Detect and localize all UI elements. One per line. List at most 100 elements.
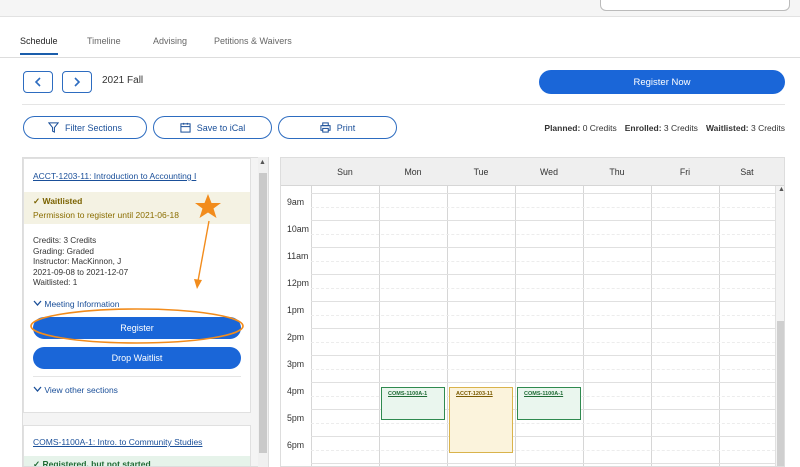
status-badge-registered: ✓ Registered, but not started [24, 456, 250, 467]
filter-sections-label: Filter Sections [64, 122, 123, 133]
half-hour-line [311, 423, 775, 424]
waitlisted-line: Waitlisted: 1 [33, 278, 78, 288]
meeting-information-label: Meeting Information [44, 299, 120, 309]
scroll-up-icon[interactable]: ▲ [778, 186, 784, 193]
view-other-sections-toggle[interactable]: View other sections [33, 385, 118, 395]
hour-label: 6pm [287, 440, 305, 450]
day-header-thu: Thu [609, 167, 625, 177]
tab-schedule[interactable]: Schedule [20, 36, 58, 55]
print-button[interactable]: Print [278, 116, 397, 139]
print-label: Print [336, 122, 356, 133]
calendar-scrollbar[interactable]: ▲ [775, 186, 784, 466]
hour-label: 2pm [287, 332, 305, 342]
day-header-mon: Mon [404, 167, 422, 177]
weekly-calendar: Sun Mon Tue Wed Thu Fri Sat 9am 10am 11a… [280, 157, 785, 467]
day-header-fri: Fri [679, 167, 691, 177]
hour-line [311, 193, 775, 194]
planned-value: 0 Credits [582, 123, 617, 133]
hour-line [311, 328, 775, 329]
waitlisted-value: 3 Credits [750, 123, 785, 133]
day-header-tue: Tue [473, 167, 489, 177]
day-header-sun: Sun [337, 167, 353, 177]
calendar-icon [180, 122, 191, 133]
hour-line [311, 301, 775, 302]
top-header [0, 0, 800, 17]
register-button[interactable]: Register [33, 317, 241, 339]
register-now-button[interactable]: Register Now [539, 70, 785, 94]
day-column [719, 186, 720, 466]
hour-line [311, 463, 775, 464]
half-hour-line [311, 234, 775, 235]
chevron-right-icon [74, 77, 81, 87]
course-card-coms-1100a: COMS-1100A-1: Intro. to Community Studie… [23, 425, 251, 467]
save-to-ical-button[interactable]: Save to iCal [153, 116, 272, 139]
search-field[interactable] [600, 0, 790, 11]
course-list-scrollbar[interactable]: ▲ [258, 157, 268, 467]
tab-petitions-waivers[interactable]: Petitions & Waivers [214, 36, 292, 53]
hour-label: 12pm [287, 278, 310, 288]
enrolled-value: 3 Credits [663, 123, 698, 133]
hour-line [311, 274, 775, 275]
meeting-information-toggle[interactable]: Meeting Information [33, 299, 120, 309]
scrollbar-thumb[interactable] [777, 321, 784, 466]
save-to-ical-label: Save to iCal [196, 122, 246, 133]
waitlisted-label: Waitlisted: [705, 123, 749, 133]
course-details: Credits: 3 Credits Grading: Graded Instr… [33, 236, 128, 289]
previous-term-button[interactable] [23, 71, 53, 93]
planned-label: Planned: [544, 123, 581, 133]
hour-label: 10am [287, 224, 310, 234]
calendar-event-acct-tue[interactable]: ACCT-1203-11 [449, 387, 513, 453]
calendar-event-coms-mon[interactable]: COMS-1100A-1 [381, 387, 445, 420]
dates-line: 2021-09-08 to 2021-12-07 [33, 267, 129, 277]
hour-label: 9am [287, 197, 305, 207]
hour-line [311, 382, 775, 383]
credits-line: Credits: 3 Credits [33, 236, 97, 245]
student-planning-page: Schedule Timeline Advising Petitions & W… [0, 0, 800, 467]
enrolled-label: Enrolled: [624, 123, 662, 133]
instructor-line: Instructor: MacKinnon, J [33, 257, 122, 267]
divider [22, 104, 785, 105]
status-title: ✓ Waitlisted [33, 196, 82, 207]
day-column [447, 186, 448, 466]
hour-label: 5pm [287, 413, 305, 423]
scroll-up-icon[interactable]: ▲ [259, 159, 266, 166]
status-badge-waitlisted: ✓ Waitlisted Permission to register unti… [24, 192, 250, 224]
tab-timeline[interactable]: Timeline [87, 36, 121, 53]
day-header-sat: Sat [740, 167, 754, 177]
hour-label: 4pm [287, 386, 305, 396]
next-term-button[interactable] [62, 71, 92, 93]
printer-icon [320, 122, 331, 133]
credits-summary: Planned: 0 Credits Enrolled: 3 Credits Wai… [544, 123, 785, 133]
calendar-header: Sun Mon Tue Wed Thu Fri Sat [281, 158, 784, 186]
hour-label: 1pm [287, 305, 305, 315]
filter-icon [47, 122, 59, 133]
calendar-event-coms-wed[interactable]: COMS-1100A-1 [517, 387, 581, 420]
divider [33, 376, 241, 377]
scrollbar-thumb[interactable] [259, 173, 267, 453]
course-card-acct-1203: ACCT-1203-11: Introduction to Accounting… [23, 158, 251, 413]
status-title: ✓ Registered, but not started [33, 459, 151, 467]
grading-line: Grading: Graded [33, 246, 94, 256]
day-column [379, 186, 380, 466]
term-label: 2021 Fall [102, 75, 144, 86]
chevron-left-icon [34, 77, 41, 87]
hour-line [311, 355, 775, 356]
half-hour-line [311, 288, 775, 289]
filter-sections-button[interactable]: Filter Sections [23, 116, 147, 139]
half-hour-line [311, 261, 775, 262]
day-column [311, 186, 312, 466]
chevron-down-icon [33, 386, 42, 392]
course-title-link[interactable]: COMS-1100A-1: Intro. to Community Studie… [33, 437, 202, 447]
day-header-wed: Wed [540, 167, 558, 177]
status-text: Waitlisted [42, 196, 83, 206]
tab-advising[interactable]: Advising [153, 36, 187, 53]
drop-waitlist-button[interactable]: Drop Waitlist [33, 347, 241, 369]
status-text: Registered, but not started [42, 459, 151, 467]
day-column [515, 186, 516, 466]
day-column [651, 186, 652, 466]
hour-line [311, 247, 775, 248]
chevron-down-icon [33, 300, 42, 306]
course-title-link[interactable]: ACCT-1203-11: Introduction to Accounting… [33, 171, 196, 181]
half-hour-line [311, 207, 775, 208]
hour-line [311, 436, 775, 437]
